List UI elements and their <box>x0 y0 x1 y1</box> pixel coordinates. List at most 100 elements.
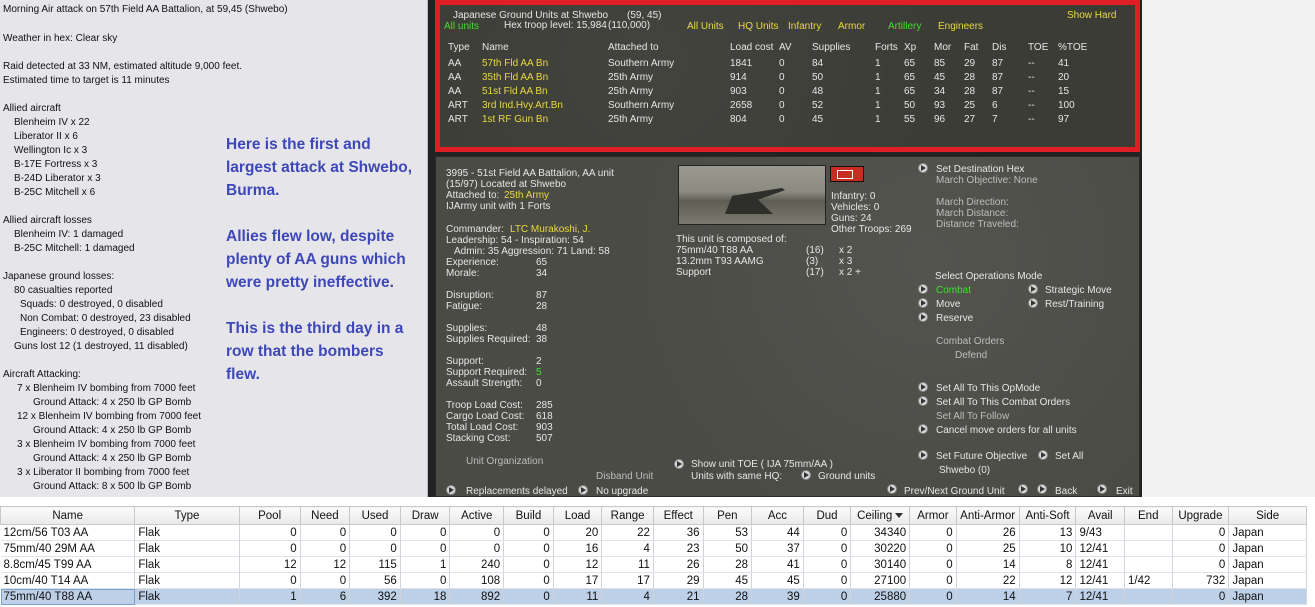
upgrade-icon[interactable] <box>578 485 588 495</box>
next-unit-icon[interactable] <box>1018 484 1028 494</box>
column-header-need[interactable]: Need <box>299 506 351 525</box>
upgrade-status[interactable]: No upgrade <box>596 486 648 497</box>
move-mode-radio[interactable] <box>918 298 928 308</box>
column-header-used[interactable]: Used <box>349 506 401 525</box>
set-all-icon[interactable] <box>1038 450 1048 460</box>
column-header-anti-soft[interactable]: Anti-Soft <box>1018 506 1077 525</box>
column-header-name[interactable]: Name <box>0 506 136 525</box>
ops-mode-move[interactable]: Move <box>936 299 960 310</box>
commander-link[interactable]: LTC Murakoshi, J. <box>510 224 590 235</box>
column-header-active[interactable]: Active <box>449 506 505 525</box>
unit-name-link[interactable]: 3rd Ind.Hvy.Art.Bn <box>482 100 563 112</box>
ground-col-header[interactable]: AV <box>779 42 792 54</box>
column-header-armor[interactable]: Armor <box>909 506 957 525</box>
filter-all-units[interactable]: All units <box>444 21 479 33</box>
table-row[interactable]: 8.8cm/45 T99 AA Flak 12 12 115 1 240 0 12 11 26 28 4… <box>0 556 1307 573</box>
ground-col-header[interactable]: Xp <box>904 42 916 54</box>
ground-unit-row[interactable]: ART 1st RF Gun Bn 25th Army 804 0 45 1 55 96 27 7 -… <box>440 114 1130 128</box>
set-all-combat-icon[interactable] <box>918 396 928 406</box>
ops-mode-rest-training[interactable]: Rest/Training <box>1045 299 1104 310</box>
filter-infantry[interactable]: Infantry <box>788 21 821 33</box>
filter-armor[interactable]: Armor <box>838 21 865 33</box>
set-all-opmode-button[interactable]: Set All To This OpMode <box>936 383 1040 394</box>
ground-col-header[interactable]: Attached to <box>608 42 659 54</box>
column-header-upgrade[interactable]: Upgrade <box>1171 506 1230 525</box>
ground-unit-row[interactable]: AA 35th Fld AA Bn 25th Army 914 0 50 1 65 45 28 87… <box>440 72 1130 86</box>
ground-col-header[interactable]: Supplies <box>812 42 850 54</box>
reserve-mode-radio[interactable] <box>918 312 928 322</box>
ops-mode-strategic-move[interactable]: Strategic Move <box>1045 285 1112 296</box>
back-button[interactable]: Back <box>1055 486 1077 497</box>
ground-unit-row[interactable]: AA 51st Fld AA Bn 25th Army 903 0 48 1 65 34 28 87… <box>440 86 1130 100</box>
ground-unit-row[interactable]: ART 3rd Ind.Hvy.Art.Bn Southern Army 2658 0 5… <box>440 100 1130 114</box>
combat-mode-radio[interactable] <box>918 284 928 294</box>
column-header-load[interactable]: Load <box>552 506 603 525</box>
column-header-type[interactable]: Type <box>134 506 240 525</box>
unit-organization-button[interactable]: Unit Organization <box>466 456 543 467</box>
set-future-objective-button[interactable]: Set Future Objective <box>936 451 1027 462</box>
set-destination-button[interactable]: Set Destination Hex <box>936 164 1024 175</box>
show-hard-button[interactable]: Show Hard <box>1067 10 1116 22</box>
ground-units-button[interactable]: Ground units <box>818 471 875 482</box>
prev-unit-icon[interactable] <box>887 484 897 494</box>
ground-unit-row[interactable]: AA 57th Fld AA Bn Southern Army 1841 0 84 1 65 8… <box>440 58 1130 72</box>
replacements-icon[interactable] <box>446 485 456 495</box>
table-row[interactable]: 75mm/40 29M AA Flak 0 0 0 0 0 0 16 4 23 50 37 0 30220 0… <box>0 540 1307 557</box>
replacements-delayed-button[interactable]: Replacements delayed <box>466 486 568 497</box>
filter-hq-units[interactable]: HQ Units <box>738 21 779 33</box>
filter-artillery[interactable]: Artillery <box>888 21 921 33</box>
set-all-button[interactable]: Set All <box>1055 451 1083 462</box>
unit-name-link[interactable]: 51st Fld AA Bn <box>482 86 548 98</box>
ground-col-header[interactable]: Type <box>448 42 470 54</box>
table-row[interactable]: 12cm/56 T03 AA Flak 0 0 0 0 0 0 20 22 36 53 44 0 34340… <box>0 524 1307 541</box>
show-unit-toe-button[interactable]: Show unit TOE ( IJA 75mm/AA ) <box>691 459 833 470</box>
unit-name-link[interactable]: 35th Fld AA Bn <box>482 72 548 84</box>
table-row[interactable]: 75mm/40 T88 AA Flak 1 6 392 18 892 0 11 4 21 28 39 0 2… <box>0 588 1307 605</box>
ground-col-header[interactable]: Load cost <box>730 42 773 54</box>
column-header-avail[interactable]: Avail <box>1075 506 1125 525</box>
column-header-side[interactable]: Side <box>1228 506 1307 525</box>
column-header-anti-armor[interactable]: Anti-Armor <box>955 506 1020 525</box>
exit-icon[interactable] <box>1097 484 1107 494</box>
filter-all-units-tab[interactable]: All Units <box>687 21 724 33</box>
ground-col-header[interactable]: Dis <box>992 42 1006 54</box>
ground-col-header[interactable]: Fat <box>964 42 978 54</box>
set-future-objective-icon[interactable] <box>918 450 928 460</box>
back-icon[interactable] <box>1037 484 1047 494</box>
ground-units-icon[interactable] <box>801 470 811 480</box>
column-header-pool[interactable]: Pool <box>238 506 301 525</box>
cancel-move-orders-button[interactable]: Cancel move orders for all units <box>936 425 1077 436</box>
set-all-follow-button[interactable]: Set All To Follow <box>936 411 1009 422</box>
set-all-opmode-icon[interactable] <box>918 382 928 392</box>
ops-mode-reserve[interactable]: Reserve <box>936 313 973 324</box>
show-toe-icon[interactable] <box>674 459 684 469</box>
column-header-dud[interactable]: Dud <box>802 506 852 525</box>
column-header-ceiling[interactable]: Ceiling <box>850 506 911 525</box>
set-all-combat-orders-button[interactable]: Set All To This Combat Orders <box>936 397 1070 408</box>
unit-name-link[interactable]: 1st RF Gun Bn <box>482 114 548 126</box>
strategic-move-radio[interactable] <box>1028 284 1038 294</box>
column-header-acc[interactable]: Acc <box>751 506 804 525</box>
table-row[interactable]: 10cm/40 T14 AA Flak 0 0 56 0 108 0 17 17 29 45 45 0 27… <box>0 572 1307 589</box>
ground-col-header[interactable]: Forts <box>875 42 898 54</box>
ground-col-header[interactable]: %TOE <box>1058 42 1087 54</box>
unit-name-link[interactable]: 57th Fld AA Bn <box>482 58 548 70</box>
column-header-effect[interactable]: Effect <box>652 506 704 525</box>
exit-button[interactable]: Exit <box>1116 486 1133 497</box>
prev-next-unit-button[interactable]: Prev/Next Ground Unit <box>904 486 1005 497</box>
column-header-pen[interactable]: Pen <box>702 506 753 525</box>
column-header-range[interactable]: Range <box>601 506 654 525</box>
disband-unit-button[interactable]: Disband Unit <box>596 471 653 482</box>
attached-hq-link[interactable]: 25th Army <box>504 190 549 201</box>
set-destination-button-icon[interactable] <box>918 163 928 173</box>
ground-col-header[interactable]: TOE <box>1028 42 1048 54</box>
column-header-end[interactable]: End <box>1124 506 1173 525</box>
ops-mode-combat[interactable]: Combat <box>936 285 971 296</box>
filter-engineers[interactable]: Engineers <box>938 21 983 33</box>
column-header-draw[interactable]: Draw <box>399 506 451 525</box>
column-header-build[interactable]: Build <box>503 506 554 525</box>
ground-col-header[interactable]: Name <box>482 42 509 54</box>
cancel-move-icon[interactable] <box>918 424 928 434</box>
rest-training-radio[interactable] <box>1028 298 1038 308</box>
combat-order-defend[interactable]: Defend <box>955 350 987 361</box>
